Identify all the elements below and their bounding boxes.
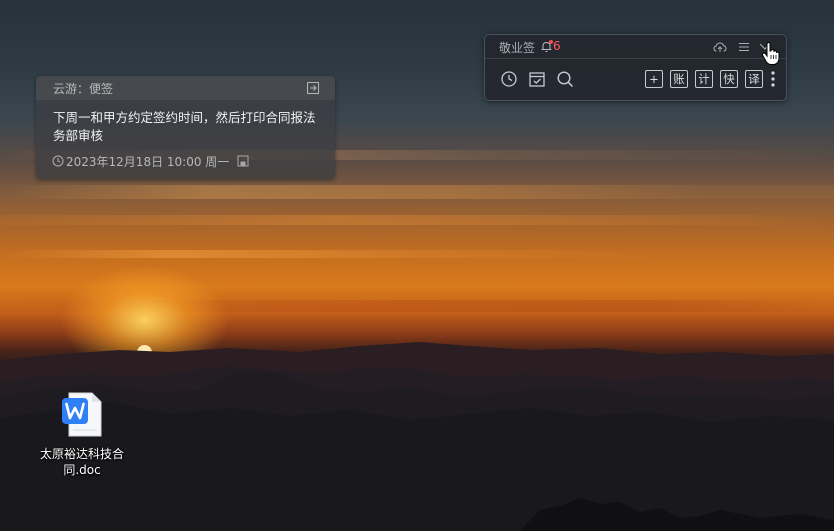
sticky-note-header[interactable]: 云游：便签 [36,76,335,100]
search-icon[interactable] [556,70,574,88]
hand-cursor-icon [761,42,780,65]
wps-word-document-icon[interactable] [56,390,106,440]
fast-button[interactable]: 快 [720,70,738,88]
desktop: 云游：便签 下周一和甲方约定签约时间，然后打印合同报法务部审核 2023年12月… [0,0,834,531]
widget-toolbar: + 账 计 快 译 [485,59,786,99]
translate-button[interactable]: 译 [745,70,763,88]
widget-header[interactable]: 敬业签 6 [485,35,786,59]
sticky-note-title: 云游：便签 [53,82,114,96]
mountain-silhouette [0,342,834,531]
save-icon[interactable] [237,155,249,167]
widget-title: 敬业签 [499,41,536,55]
sticky-note-datetime: 2023年12月18日 10:00 周一 [66,154,230,169]
file-name-label[interactable]: 太原裕达科技合同.doc [36,446,128,478]
account-button[interactable]: 账 [670,70,688,88]
clock-icon[interactable] [500,70,518,88]
jingyeqian-widget[interactable]: 敬业签 6 + 账 计 快 译 [484,34,787,101]
more-vertical-icon[interactable] [770,70,776,88]
cloud-streak [0,250,834,258]
cloud-streak [0,215,834,225]
sticky-note-reminder: 2023年12月18日 10:00 周一 [52,153,249,169]
notification-count: 6 [553,39,561,53]
menu-icon[interactable] [737,40,751,54]
cloud-upload-icon[interactable] [713,40,727,54]
clock-icon [52,155,64,167]
calendar-check-icon[interactable] [528,70,546,88]
sticky-note-content[interactable]: 下周一和甲方约定签约时间，然后打印合同报法务部审核 [53,109,325,145]
count-button[interactable]: 计 [695,70,713,88]
add-button[interactable]: + [645,70,663,88]
cloud-streak [0,185,834,199]
exit-icon[interactable] [306,81,320,95]
sticky-note[interactable]: 云游：便签 下周一和甲方约定签约时间，然后打印合同报法务部审核 2023年12月… [36,76,335,179]
